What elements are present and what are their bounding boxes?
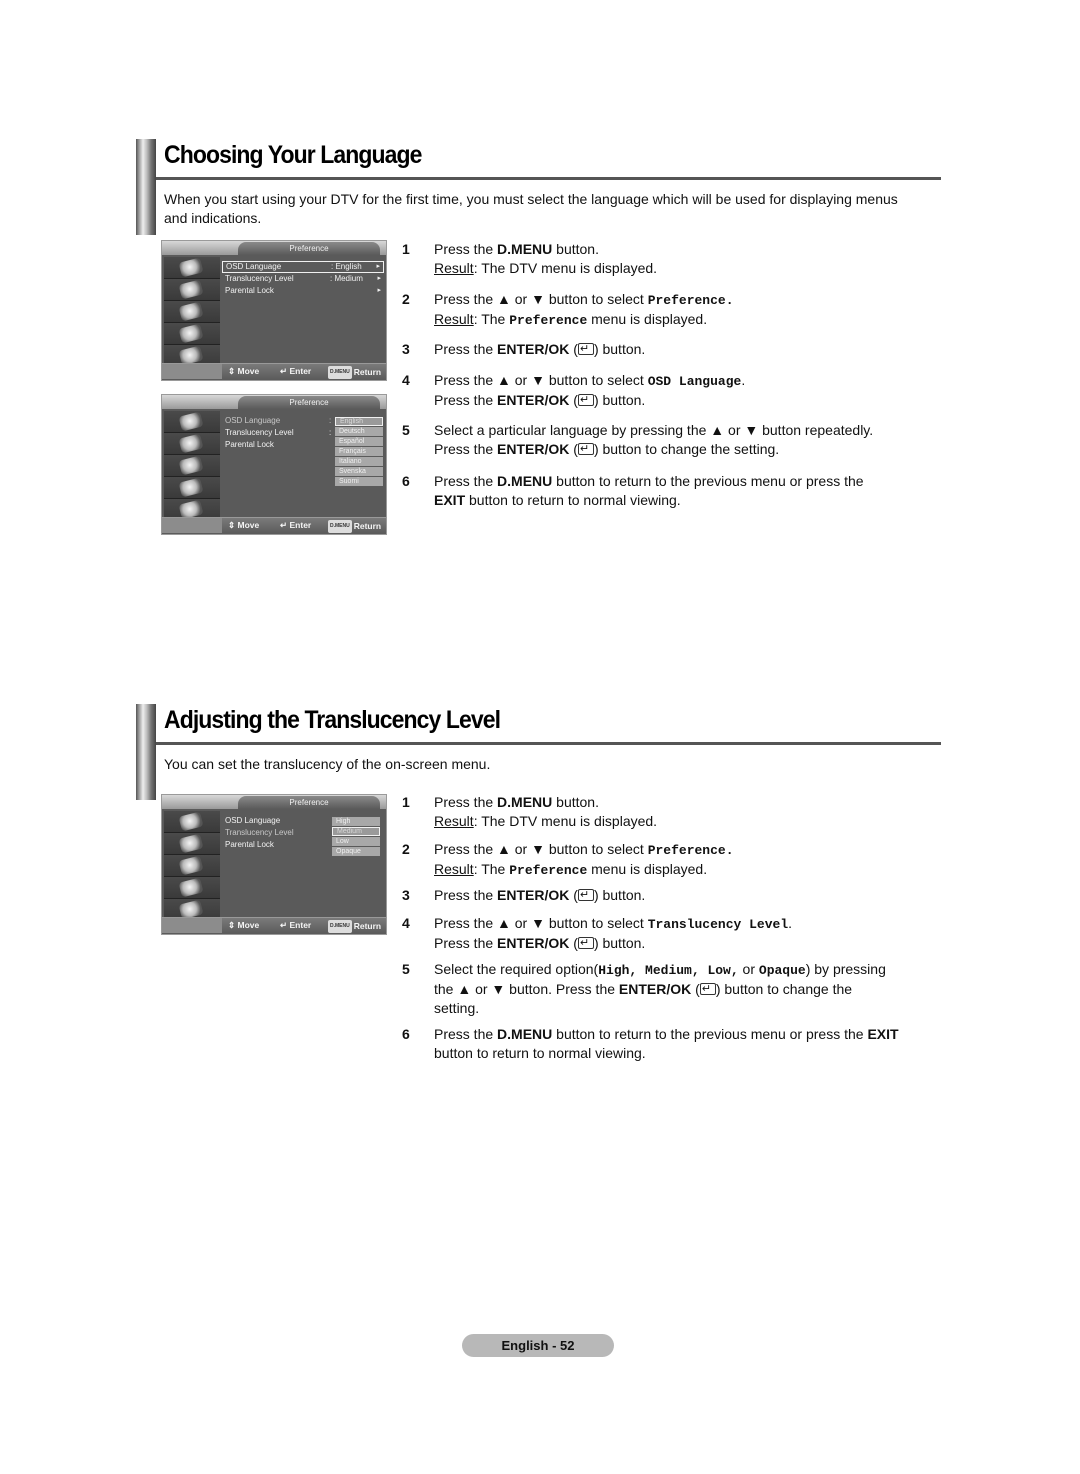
osd-footer-return: D.MENU Return (328, 920, 381, 933)
enter-icon (577, 934, 594, 953)
item-value: : Medium (330, 274, 363, 283)
chevron-right-icon: ▸ (377, 275, 381, 282)
language-option[interactable]: Suomi (335, 477, 383, 486)
section-rule (156, 742, 941, 745)
enter-icon: ↵ (280, 520, 288, 530)
language-option[interactable]: English (335, 417, 383, 426)
up-down-icon: ⇕ (228, 520, 236, 530)
chevron-right-icon: ▸ (377, 287, 381, 294)
item-label: Translucency Level (225, 274, 294, 283)
osd-header: Preference (162, 241, 386, 255)
item-label: Parental Lock (225, 440, 274, 449)
osd-item-list: OSD Language : English ▸ Translucency Le… (222, 261, 384, 297)
language-option[interactable]: Español (335, 437, 383, 446)
item-value: : (329, 416, 332, 425)
page-number-badge: English - 52 (462, 1334, 614, 1357)
picture-icon (164, 455, 220, 477)
osd-item-parental-lock[interactable]: Parental Lock ▸ (222, 285, 384, 297)
osd-footer-move: ⇕ Move (228, 920, 260, 930)
dmenu-badge: D.MENU (328, 520, 352, 533)
section-marker-bar (136, 139, 156, 235)
language-options-popup: English Deutsch Español Français Italian… (335, 417, 383, 487)
enter-icon: ↵ (280, 366, 288, 376)
sound-icon (164, 877, 220, 899)
translucency-option[interactable]: Opaque (332, 847, 380, 856)
item-value: : (329, 428, 332, 437)
section-title-translucency: Adjusting the Translucency Level (164, 706, 501, 734)
enter-icon (577, 340, 594, 359)
setup-icon (164, 279, 220, 301)
enter-icon: ↵ (280, 920, 288, 930)
translucency-option[interactable]: Low (332, 837, 380, 846)
program-icon (164, 411, 220, 433)
osd-header: Preference (162, 795, 386, 809)
osd-category-icons (164, 811, 220, 921)
picture-icon (164, 301, 220, 323)
osd-item-osd-language[interactable]: OSD Language : English ▸ (222, 261, 384, 273)
item-label: Translucency Level (225, 828, 294, 837)
item-value: : English (331, 262, 362, 271)
chevron-right-icon: ▸ (376, 263, 380, 270)
translucency-option[interactable]: Medium (332, 827, 380, 836)
osd-footer-enter: ↵ Enter (280, 920, 312, 930)
section-intro-language: When you start using your DTV for the fi… (164, 191, 898, 226)
translucency-option[interactable]: High (332, 817, 380, 826)
section-title-language: Choosing Your Language (164, 141, 422, 169)
language-option[interactable]: Italiano (335, 457, 383, 466)
enter-icon (577, 391, 594, 410)
osd-footer: ⇕ Move ↵ Enter D.MENU Return (162, 363, 386, 380)
enter-icon (577, 886, 594, 905)
sound-icon (164, 323, 220, 345)
osd-footer-return: D.MENU Return (328, 366, 381, 379)
setup-icon (164, 833, 220, 855)
translucency-options-popup: High Medium Low Opaque (332, 817, 380, 857)
sound-icon (164, 477, 220, 499)
osd-item-translucency-level[interactable]: Translucency Level : Medium ▸ (222, 273, 384, 285)
item-label: Translucency Level (225, 428, 294, 437)
section-intro-translucency: You can set the translucency of the on-s… (164, 756, 491, 772)
language-option[interactable]: Svenska (335, 467, 383, 476)
program-icon (164, 257, 220, 279)
picture-icon (164, 855, 220, 877)
setup-icon (164, 433, 220, 455)
program-icon (164, 811, 220, 833)
item-label: OSD Language (225, 816, 281, 825)
item-label: Parental Lock (225, 840, 274, 849)
osd-footer-enter: ↵ Enter (280, 366, 312, 376)
language-option[interactable]: Français (335, 447, 383, 456)
dmenu-badge: D.MENU (328, 366, 352, 379)
dmenu-badge: D.MENU (328, 920, 352, 933)
osd-title: Preference (238, 796, 380, 809)
up-down-icon: ⇕ (228, 920, 236, 930)
item-label: OSD Language (226, 262, 282, 271)
osd-header: Preference (162, 395, 386, 409)
osd-footer-return: D.MENU Return (328, 520, 381, 533)
item-label: Parental Lock (225, 286, 274, 295)
osd-footer-move: ⇕ Move (228, 520, 260, 530)
item-label: OSD Language (225, 416, 281, 425)
osd-category-icons (164, 411, 220, 521)
osd-footer: ⇕ Move ↵ Enter D.MENU Return (162, 517, 386, 534)
enter-icon (699, 980, 716, 999)
language-option[interactable]: Deutsch (335, 427, 383, 436)
osd-language-popup-menu: Preference OSD Language : Translucency L… (161, 394, 387, 535)
osd-footer: ⇕ Move ↵ Enter D.MENU Return (162, 917, 386, 934)
section-rule (156, 177, 941, 180)
up-down-icon: ⇕ (228, 366, 236, 376)
osd-title: Preference (238, 242, 380, 255)
section-marker-bar (136, 704, 156, 800)
enter-icon (577, 440, 594, 459)
osd-title: Preference (238, 396, 380, 409)
osd-category-icons (164, 257, 220, 367)
osd-translucency-popup-menu: Preference OSD Language Translucency Lev… (161, 794, 387, 935)
osd-preference-menu: Preference OSD Language : English ▸ Tran… (161, 240, 387, 381)
osd-footer-enter: ↵ Enter (280, 520, 312, 530)
osd-footer-move: ⇕ Move (228, 366, 260, 376)
